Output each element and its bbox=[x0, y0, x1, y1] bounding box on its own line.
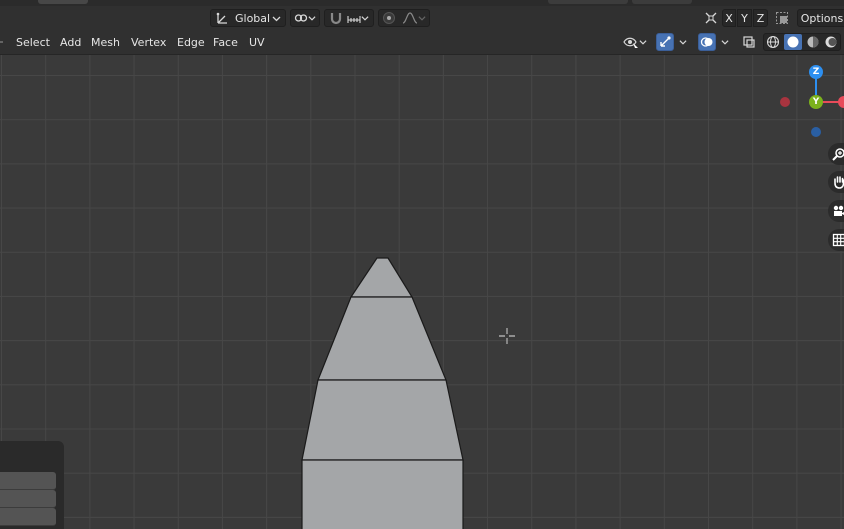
gizmo-y-label: Y bbox=[812, 97, 820, 107]
overlays-icon bbox=[700, 35, 714, 49]
navigation-gizmo[interactable]: Z Y bbox=[775, 60, 844, 145]
axis-y-label: Y bbox=[741, 11, 748, 25]
falloff-curve-icon bbox=[402, 12, 418, 24]
transform-orientation-dropdown[interactable]: Global bbox=[210, 9, 286, 27]
zoom-icon bbox=[832, 147, 844, 161]
adjust-last-operation-panel bbox=[0, 441, 64, 529]
3d-viewport[interactable]: Z Y bbox=[0, 55, 844, 529]
eye-pointer-icon bbox=[623, 35, 639, 49]
menu-mesh[interactable]: Mesh bbox=[91, 33, 120, 51]
mesh-face-tip[interactable] bbox=[349, 257, 414, 298]
gizmo-z-label: Z bbox=[812, 67, 820, 77]
mirror-z-toggle[interactable]: Z bbox=[753, 9, 768, 27]
pan-button[interactable] bbox=[828, 171, 844, 193]
axis-x-label: X bbox=[725, 11, 733, 25]
mesh-face-upper[interactable] bbox=[317, 296, 447, 381]
menu-face[interactable]: Face bbox=[213, 33, 238, 51]
xray-icon bbox=[742, 35, 756, 49]
rendered-shading-icon[interactable] bbox=[824, 35, 838, 49]
mirror-x-toggle[interactable]: X bbox=[722, 9, 736, 27]
menu-select[interactable]: Select bbox=[16, 33, 50, 51]
workspace-tab[interactable] bbox=[38, 0, 88, 4]
proportional-dot-icon bbox=[382, 11, 396, 25]
options-label: Options bbox=[800, 11, 844, 25]
header-collapse-handle[interactable] bbox=[0, 33, 8, 51]
3d-cursor[interactable] bbox=[499, 328, 515, 344]
mirror-axis-icon[interactable] bbox=[702, 9, 720, 27]
projection-toggle-button[interactable] bbox=[828, 229, 844, 251]
menu-vertex[interactable]: Vertex bbox=[131, 33, 166, 51]
gizmo-z-axis[interactable]: Z bbox=[809, 65, 823, 79]
shading-mode-group bbox=[763, 33, 841, 51]
options-dropdown[interactable]: Options bbox=[797, 9, 844, 27]
gizmo-dropdown[interactable] bbox=[676, 33, 690, 51]
overlays-dropdown[interactable] bbox=[718, 33, 732, 51]
link-icon bbox=[294, 12, 308, 24]
workspace-tab[interactable] bbox=[632, 0, 692, 4]
gizmo-icon bbox=[658, 35, 672, 49]
chevron-down-icon bbox=[721, 38, 729, 46]
operation-field[interactable] bbox=[0, 472, 56, 490]
hand-pan-icon bbox=[832, 175, 844, 189]
gizmo-x-axis[interactable] bbox=[838, 96, 844, 108]
menu-add[interactable]: Add bbox=[60, 33, 81, 51]
orientation-icon bbox=[215, 11, 229, 25]
snapping-toggle[interactable] bbox=[324, 9, 374, 27]
pivot-point-dropdown[interactable] bbox=[290, 9, 320, 27]
proportional-editing-toggle[interactable] bbox=[378, 9, 430, 27]
chevron-down-icon bbox=[418, 14, 426, 22]
snap-increment-icon bbox=[347, 12, 361, 24]
gizmo-toggle[interactable] bbox=[656, 33, 674, 51]
zoom-button[interactable] bbox=[828, 143, 844, 165]
operation-field[interactable] bbox=[0, 490, 56, 508]
transform-orientation-value: Global bbox=[235, 11, 271, 25]
gizmo-neg-z-axis[interactable] bbox=[811, 127, 821, 137]
chevron-down-icon bbox=[679, 38, 687, 46]
gizmo-y-axis[interactable]: Y bbox=[809, 95, 823, 109]
grid-view-icon bbox=[832, 233, 844, 247]
mesh-face-lower[interactable] bbox=[301, 459, 464, 529]
menu-uv[interactable]: UV bbox=[249, 33, 265, 51]
axis-z-label: Z bbox=[756, 11, 765, 25]
camera-view-button[interactable] bbox=[828, 200, 844, 222]
camera-icon bbox=[832, 204, 844, 218]
wireframe-shading-icon[interactable] bbox=[766, 35, 780, 49]
chevron-down-icon bbox=[639, 38, 647, 46]
mesh-face-middle[interactable] bbox=[301, 379, 464, 461]
chevron-down-icon bbox=[272, 14, 281, 23]
xray-toggle[interactable] bbox=[740, 33, 758, 51]
selectability-visibility-dropdown[interactable] bbox=[620, 33, 650, 51]
auto-merge-icon[interactable] bbox=[773, 9, 791, 27]
operation-field[interactable] bbox=[0, 508, 56, 526]
mesh-canvas bbox=[301, 257, 464, 529]
menu-edge[interactable]: Edge bbox=[177, 33, 205, 51]
workspace-tab[interactable] bbox=[548, 0, 628, 4]
solid-shading-icon[interactable] bbox=[784, 34, 802, 50]
chevron-down-icon bbox=[361, 14, 369, 22]
editor-header: Select Add Mesh Vertex Edge Face UV bbox=[0, 30, 844, 55]
overlays-toggle[interactable] bbox=[698, 33, 716, 51]
gizmo-neg-x-axis[interactable] bbox=[780, 97, 790, 107]
chevron-down-icon bbox=[308, 14, 316, 22]
magnet-icon bbox=[329, 11, 343, 25]
material-preview-icon[interactable] bbox=[806, 35, 820, 49]
tool-settings-bar: Global X Y Z Options bbox=[0, 6, 844, 30]
mirror-y-toggle[interactable]: Y bbox=[737, 9, 752, 27]
